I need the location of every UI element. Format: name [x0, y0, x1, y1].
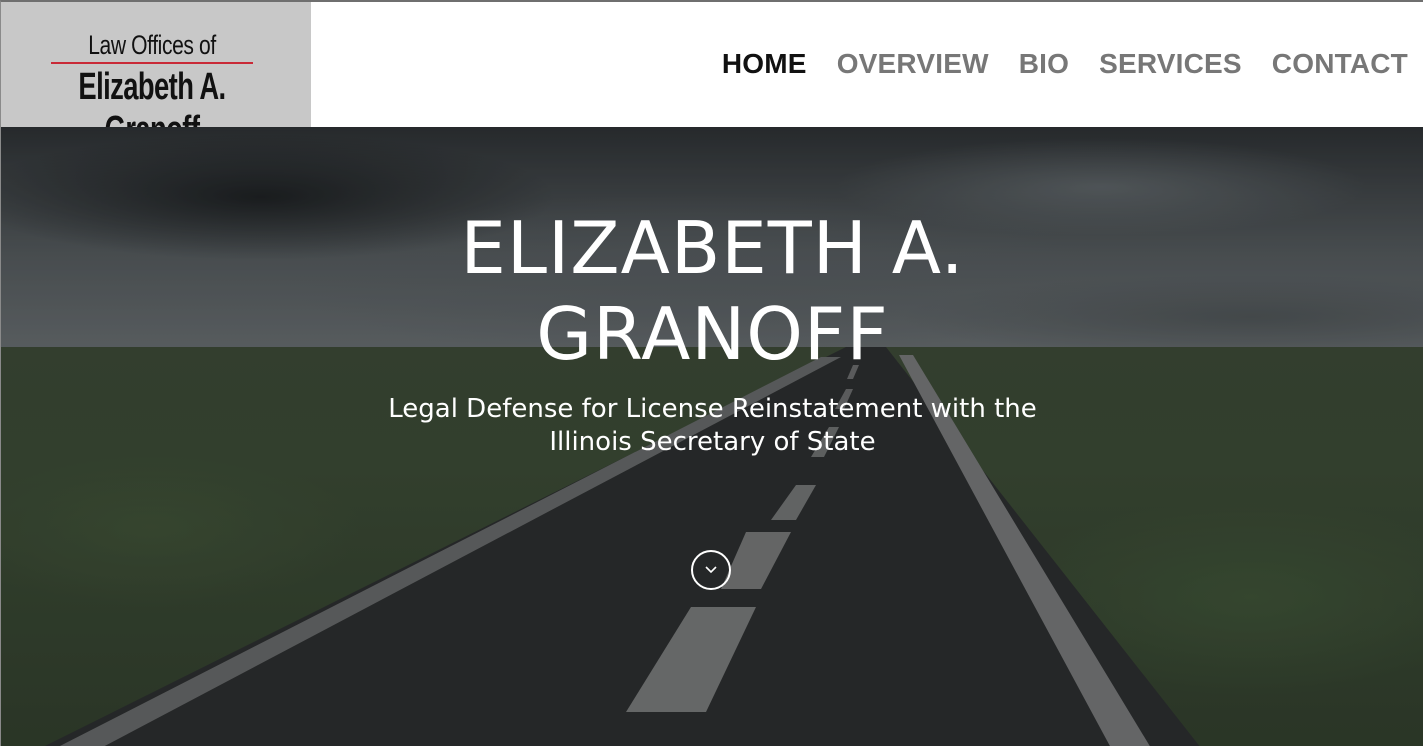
- browser-viewport: Law Offices of Elizabeth A. Granoff HOME…: [0, 0, 1423, 746]
- hero-subtitle: Legal Defense for License Reinstatement …: [1, 393, 1423, 459]
- hero-subtitle-line-1: Legal Defense for License Reinstatement …: [388, 394, 1037, 424]
- nav-services[interactable]: SERVICES: [1099, 47, 1242, 81]
- main-nav: HOME OVERVIEW BIO SERVICES CONTACT: [722, 47, 1408, 81]
- nav-home[interactable]: HOME: [722, 47, 807, 81]
- scroll-down-button[interactable]: [691, 550, 731, 590]
- hero-title: ELIZABETH A. GRANOFF: [1, 205, 1423, 377]
- site-header: Law Offices of Elizabeth A. Granoff HOME…: [1, 2, 1423, 151]
- hero-subtitle-line-2: Illinois Secretary of State: [549, 427, 876, 457]
- hero-title-line-1: ELIZABETH A.: [460, 206, 965, 290]
- nav-bio[interactable]: BIO: [1019, 47, 1069, 81]
- nav-contact[interactable]: CONTACT: [1272, 47, 1408, 81]
- chevron-down-icon: [705, 566, 717, 574]
- hero-section: ELIZABETH A. GRANOFF Legal Defense for L…: [1, 127, 1423, 746]
- logo-divider: [51, 62, 253, 64]
- hero-title-line-2: GRANOFF: [536, 292, 889, 376]
- logo-line-law-offices: Law Offices of: [88, 30, 216, 60]
- site-logo[interactable]: Law Offices of Elizabeth A. Granoff: [1, 2, 311, 151]
- nav-overview[interactable]: OVERVIEW: [837, 47, 989, 81]
